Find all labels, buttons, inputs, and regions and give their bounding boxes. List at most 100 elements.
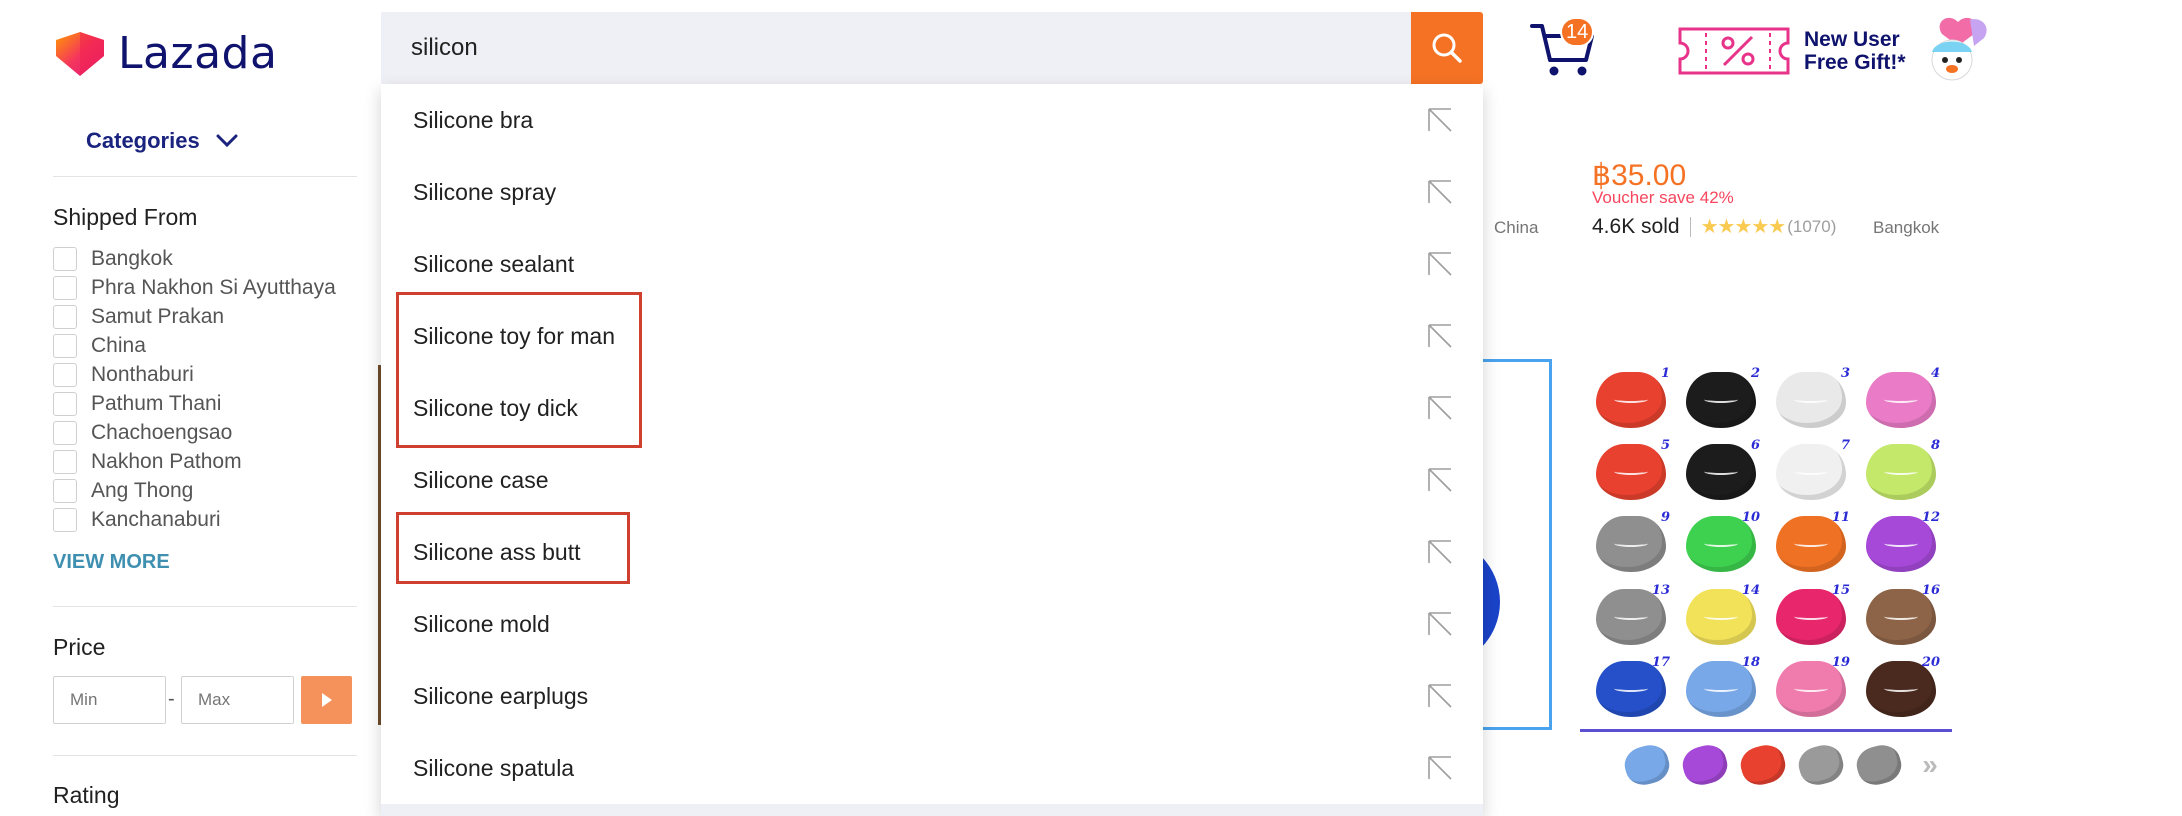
location-label: China [91, 333, 146, 357]
key-cover-shape [1866, 372, 1936, 429]
location-option[interactable]: Nakhon Pathom [53, 447, 336, 476]
location-option[interactable]: Phra Nakhon Si Ayutthaya [53, 273, 336, 302]
product-image-keycovers[interactable]: 1 2 3 4 5 6 7 8 9 10 11 12 13 14 15 16 17 18 19 20 [1580, 360, 1952, 732]
price-min-input[interactable] [53, 676, 166, 724]
fill-query-arrow-icon[interactable] [1427, 107, 1453, 133]
key-cover-shape [1686, 444, 1756, 501]
location-option[interactable]: Chachoengsao [53, 418, 336, 447]
suggestion-label: Silicone spray [413, 178, 557, 205]
product-sold-info: 4.6K sold ★★★★★ (1070) [1592, 214, 1836, 239]
chevron-down-icon [216, 134, 238, 148]
product-thumbnail[interactable] [1620, 740, 1674, 790]
suggestion-item[interactable]: Silicone mold [381, 588, 1483, 660]
location-checkbox[interactable] [53, 478, 77, 503]
location-label: Kanchanaburi [91, 507, 221, 531]
suggestion-item[interactable]: Silicone sealant [381, 228, 1483, 300]
key-cover-number: 13 [1651, 582, 1670, 598]
lazada-logo[interactable]: Lazada [52, 28, 277, 79]
suggestion-label: Silicone bra [413, 106, 534, 133]
search-input[interactable] [381, 12, 1411, 84]
suggestion-item[interactable]: Silicone toy for man [381, 300, 1483, 372]
suggestion-item[interactable]: Silicone case [381, 444, 1483, 516]
key-cover-number: 9 [1660, 510, 1670, 526]
location-checkbox[interactable] [53, 449, 77, 474]
new-user-promo[interactable]: New User Free Gift!* [1676, 16, 1994, 86]
location-option[interactable]: Pathum Thani [53, 389, 336, 418]
rating-stars-icon: ★★★★★ [1700, 216, 1787, 238]
fill-query-arrow-icon[interactable] [1427, 395, 1453, 421]
location-option[interactable]: Ang Thong [53, 476, 336, 505]
location-checkbox[interactable] [53, 507, 77, 532]
suggestion-item[interactable]: Silicone bra [381, 84, 1483, 156]
location-option[interactable]: Bangkok [53, 244, 336, 273]
location-checkbox[interactable] [53, 362, 77, 387]
fill-query-arrow-icon[interactable] [1427, 611, 1453, 637]
key-cover-swatch: 17 [1586, 653, 1676, 725]
categories-toggle[interactable]: Categories [86, 128, 238, 154]
fill-query-arrow-icon[interactable] [1427, 323, 1453, 349]
suggestion-item[interactable]: Silicone spray [381, 156, 1483, 228]
suggestion-item[interactable]: Silicone toy dick [381, 372, 1483, 444]
key-cover-shape [1596, 516, 1666, 573]
price-title: Price [53, 634, 106, 660]
location-label: Samut Prakan [91, 304, 225, 328]
fill-query-arrow-icon[interactable] [1427, 179, 1453, 205]
key-cover-number: 16 [1921, 582, 1940, 598]
fill-query-arrow-icon[interactable] [1427, 539, 1453, 565]
key-cover-shape [1866, 444, 1936, 501]
key-cover-number: 7 [1840, 438, 1850, 454]
dropdown-footer [381, 804, 1483, 816]
key-cover-number: 20 [1921, 654, 1940, 670]
suggestion-item[interactable]: Silicone ass butt [381, 516, 1483, 588]
suggestion-label: Silicone toy for man [413, 322, 615, 349]
key-cover-number: 10 [1741, 510, 1760, 526]
key-cover-swatch: 7 [1766, 436, 1856, 508]
fill-query-arrow-icon[interactable] [1427, 467, 1453, 493]
key-cover-swatch: 18 [1676, 653, 1766, 725]
product-thumbnail[interactable] [1852, 740, 1906, 790]
separator [1689, 216, 1691, 237]
view-more-link[interactable]: VIEW MORE [53, 551, 170, 574]
suggestion-item[interactable]: Silicone spatula [381, 732, 1483, 804]
key-cover-number: 8 [1930, 438, 1940, 454]
review-count: (1070) [1787, 216, 1837, 236]
voucher-text: Voucher save 42% [1592, 188, 1734, 207]
key-cover-shape [1776, 444, 1846, 501]
key-cover-swatch: 8 [1856, 436, 1946, 508]
key-cover-swatch: 2 [1676, 364, 1766, 436]
location-checkbox[interactable] [53, 420, 77, 445]
key-cover-swatch: 11 [1766, 508, 1856, 580]
location-option[interactable]: Kanchanaburi [53, 505, 336, 534]
product-thumbnail[interactable] [1736, 740, 1790, 790]
key-cover-number: 11 [1831, 510, 1850, 526]
price-apply-button[interactable] [301, 676, 352, 724]
fill-query-arrow-icon[interactable] [1427, 251, 1453, 277]
fill-query-arrow-icon[interactable] [1427, 755, 1453, 781]
promo-text: New User Free Gift!* [1804, 28, 1906, 74]
search-button[interactable] [1411, 12, 1483, 84]
location-checkbox[interactable] [53, 304, 77, 329]
search-icon [1432, 33, 1462, 63]
location-checkbox[interactable] [53, 391, 77, 416]
suggestion-item[interactable]: Silicone earplugs [381, 660, 1483, 732]
product-thumbnail[interactable] [1794, 740, 1848, 790]
shipped-from-list: Bangkok Phra Nakhon Si Ayutthaya Samut P… [53, 244, 336, 540]
key-cover-number: 19 [1831, 654, 1850, 670]
fill-query-arrow-icon[interactable] [1427, 683, 1453, 709]
product-thumbnail[interactable] [1678, 740, 1732, 790]
location-checkbox[interactable] [53, 275, 77, 300]
key-cover-number: 12 [1921, 510, 1940, 526]
location-checkbox[interactable] [53, 246, 77, 271]
price-range-dash: - [168, 688, 175, 710]
divider [53, 176, 357, 177]
location-checkbox[interactable] [53, 333, 77, 358]
key-cover-number: 1 [1660, 366, 1670, 381]
location-label: Bangkok [91, 246, 173, 270]
location-option[interactable]: China [53, 331, 336, 360]
price-max-input[interactable] [181, 676, 294, 724]
key-cover-swatch: 3 [1766, 364, 1856, 436]
location-option[interactable]: Samut Prakan [53, 302, 336, 331]
location-option[interactable]: Nonthaburi [53, 360, 336, 389]
rating-title: Rating [53, 782, 120, 808]
chevron-right-icon[interactable]: » [1915, 749, 1945, 780]
